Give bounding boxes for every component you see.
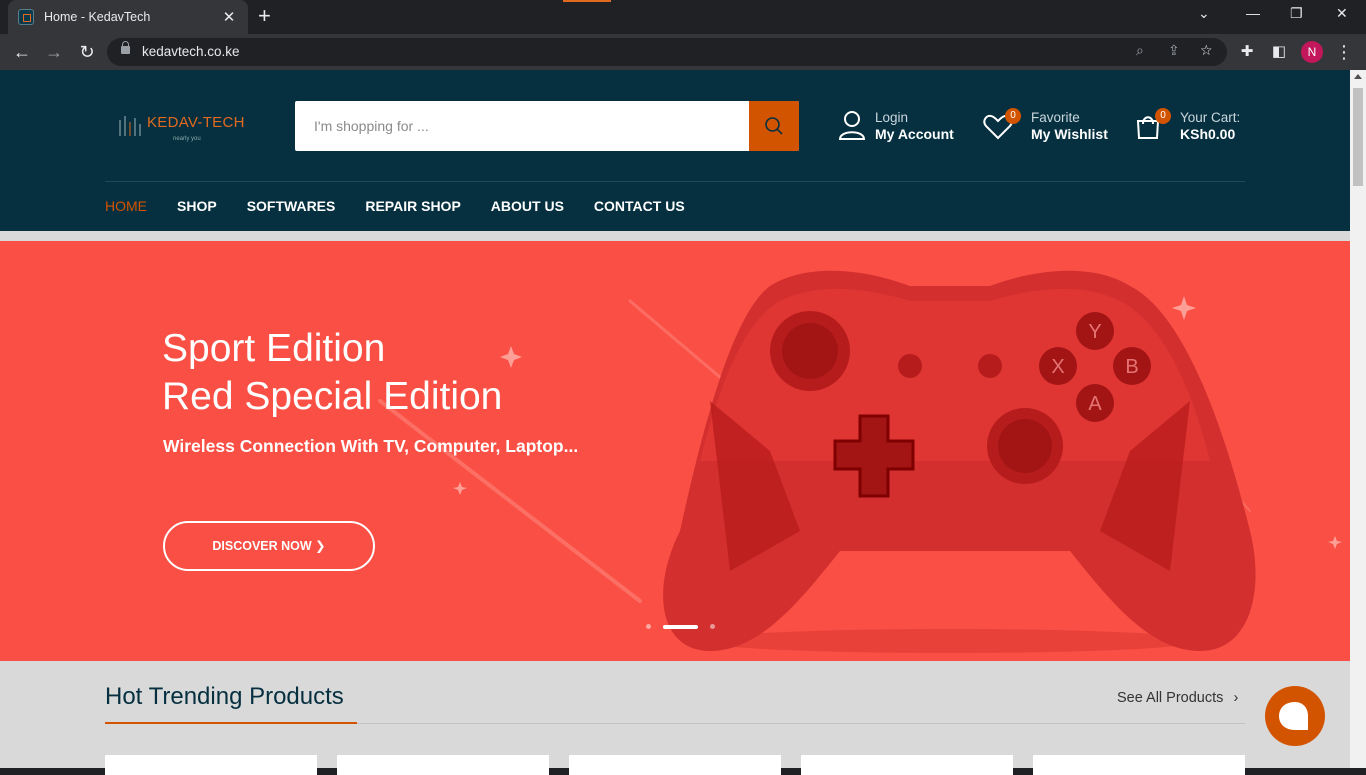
search-icon	[765, 117, 783, 135]
section-title: Hot Trending Products	[105, 683, 344, 710]
svg-text:A: A	[1088, 393, 1102, 415]
browser-toolbar: ← → ↻ kedavtech.co.ke ⌕ ⇪ ☆ ✚ ◧ N ⋮	[0, 34, 1366, 70]
hero-subtitle: Wireless Connection With TV, Computer, L…	[163, 436, 579, 456]
address-bar[interactable]: kedavtech.co.ke ⌕ ⇪ ☆	[107, 38, 1227, 66]
hot-trending-section: Hot Trending Products See All Products ›	[0, 661, 1350, 775]
cart-count-badge: 0	[1155, 108, 1171, 124]
nav-softwares[interactable]: SOFTWARES	[247, 198, 336, 214]
cart-total: KSh0.00	[1180, 126, 1236, 142]
hero-title: Sport Edition Red Special Edition	[162, 325, 502, 421]
url-text: kedavtech.co.ke	[142, 44, 240, 59]
reload-icon[interactable]: ↻	[76, 41, 98, 63]
wishlist-line1: Favorite	[1031, 110, 1080, 125]
share-icon[interactable]: ⇪	[1168, 42, 1180, 59]
nav-about-us[interactable]: ABOUT US	[491, 198, 564, 214]
slide-dot-1[interactable]	[646, 624, 651, 629]
site-header: KEDAV-TECH nearly you Login My Account 0…	[0, 70, 1350, 231]
page-scrollbar[interactable]	[1350, 70, 1366, 768]
site-favicon-icon	[18, 9, 34, 25]
search-button[interactable]	[749, 101, 799, 151]
tab-title: Home - KedavTech	[44, 10, 151, 24]
product-card[interactable]	[337, 755, 549, 775]
extensions-icon[interactable]: ✚	[1236, 41, 1258, 63]
discover-now-button[interactable]: DISCOVER NOW ❯	[163, 521, 375, 571]
hero-title-line1: Sport Edition	[162, 327, 386, 370]
site-logo[interactable]: KEDAV-TECH nearly you	[117, 110, 267, 146]
browser-tab-bar: Home - KedavTech ✕ + ⌄ — ❐ ✕	[0, 0, 1366, 34]
discover-now-label: DISCOVER NOW	[212, 539, 312, 553]
wishlist-count-badge: 0	[1005, 108, 1021, 124]
back-icon[interactable]: ←	[11, 41, 33, 63]
logo-text: KEDAV-TECH	[147, 114, 245, 131]
nav-contact-us[interactable]: CONTACT US	[594, 198, 685, 214]
section-divider	[357, 723, 1245, 724]
search-input[interactable]	[295, 101, 749, 151]
product-card[interactable]	[1033, 755, 1245, 775]
product-card[interactable]	[105, 755, 317, 775]
cart-line1: Your Cart:	[1180, 110, 1241, 125]
product-card[interactable]	[569, 755, 781, 775]
section-title-underline	[105, 722, 357, 724]
tab-search-chevron-icon[interactable]: ⌄	[1198, 5, 1210, 22]
nav-shop[interactable]: SHOP	[177, 198, 217, 214]
logo-bars-icon	[119, 116, 141, 136]
wishlist-line2: My Wishlist	[1031, 126, 1108, 142]
account-line1: Login	[875, 110, 909, 125]
cart-link[interactable]: 0 Your Cart: KSh0.00	[1135, 108, 1250, 148]
side-panel-icon[interactable]: ◧	[1268, 41, 1290, 63]
svg-text:X: X	[1051, 356, 1064, 378]
chevron-right-icon: ❯	[315, 539, 326, 553]
chat-button[interactable]	[1265, 686, 1325, 746]
see-all-label: See All Products	[1117, 690, 1224, 706]
hero-slider: Y X B A Sport Edition Red Special Editio…	[0, 241, 1350, 661]
scrollbar-thumb[interactable]	[1353, 88, 1363, 186]
lock-icon	[121, 41, 130, 54]
svg-text:B: B	[1125, 356, 1138, 378]
chat-bubble-icon	[1279, 702, 1308, 730]
tab-indicator	[563, 0, 611, 2]
red-controller-image: Y X B A	[663, 270, 1256, 653]
product-search	[295, 101, 799, 151]
logo-tagline: nearly you	[173, 136, 201, 142]
main-navigation: HOME SHOP SOFTWARES REPAIR SHOP ABOUT US…	[105, 198, 715, 214]
profile-avatar[interactable]: N	[1301, 41, 1323, 63]
close-tab-icon[interactable]: ✕	[220, 8, 238, 26]
bookmark-star-icon[interactable]: ☆	[1200, 42, 1213, 59]
browser-tab[interactable]: Home - KedavTech ✕	[8, 0, 248, 34]
hero-title-line2: Red Special Edition	[162, 375, 503, 418]
close-window-icon[interactable]: ✕	[1336, 5, 1348, 22]
slider-pagination	[640, 624, 721, 629]
product-card[interactable]	[801, 755, 1013, 775]
account-link[interactable]: Login My Account	[838, 108, 963, 148]
nav-repair-shop[interactable]: REPAIR SHOP	[365, 198, 460, 214]
slide-dot-3[interactable]	[710, 624, 715, 629]
user-icon	[838, 111, 866, 140]
forward-icon[interactable]: →	[43, 41, 65, 63]
scroll-up-arrow-icon[interactable]	[1354, 74, 1362, 79]
account-line2: My Account	[875, 126, 954, 142]
see-all-products-link[interactable]: See All Products ›	[1117, 690, 1238, 706]
header-separator	[0, 231, 1350, 241]
new-tab-icon[interactable]: +	[258, 4, 271, 28]
wishlist-link[interactable]: 0 Favorite My Wishlist	[983, 108, 1113, 148]
header-divider	[105, 181, 1245, 182]
minimize-icon[interactable]: —	[1246, 5, 1260, 21]
restore-icon[interactable]: ❐	[1290, 5, 1303, 22]
chevron-right-icon: ›	[1233, 690, 1239, 706]
svg-text:Y: Y	[1088, 321, 1101, 343]
menu-kebab-icon[interactable]: ⋮	[1333, 41, 1355, 63]
zoom-search-icon[interactable]: ⌕	[1136, 42, 1144, 59]
nav-home[interactable]: HOME	[105, 198, 147, 214]
slide-dot-2[interactable]	[663, 624, 698, 629]
